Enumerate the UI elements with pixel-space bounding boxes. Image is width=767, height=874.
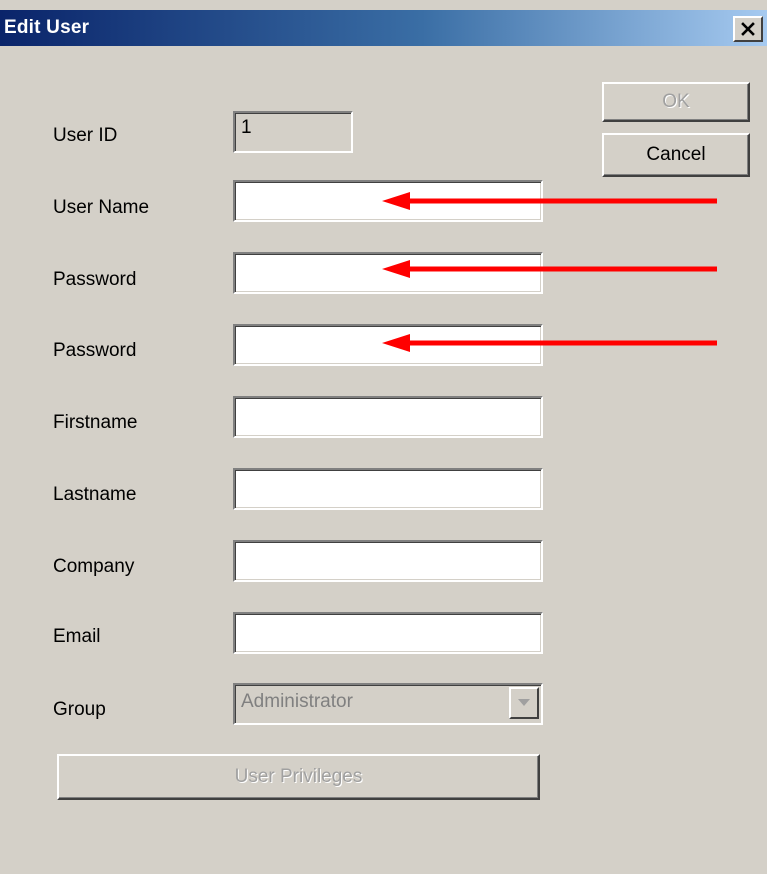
group-select[interactable]: Administrator: [233, 683, 543, 725]
user-privileges-button[interactable]: User Privileges: [57, 754, 540, 800]
company-label: Company: [53, 556, 135, 577]
group-select-value: Administrator: [241, 691, 353, 712]
lastname-label: Lastname: [53, 484, 137, 505]
cancel-button[interactable]: Cancel: [602, 133, 750, 177]
email-label: Email: [53, 626, 101, 647]
firstname-input[interactable]: [233, 396, 543, 438]
title-bar[interactable]: Edit User: [0, 10, 767, 46]
ok-button[interactable]: OK: [602, 82, 750, 122]
window-title: Edit User: [4, 17, 90, 38]
user-id-field: 1: [233, 111, 353, 153]
annotation-arrow-password-confirm: [382, 334, 717, 352]
group-label: Group: [53, 699, 106, 720]
user-name-label: User Name: [53, 197, 150, 218]
close-icon: [741, 22, 755, 36]
company-input[interactable]: [233, 540, 543, 582]
annotation-arrow-password: [382, 260, 717, 278]
user-id-label: User ID: [53, 125, 118, 146]
firstname-label: Firstname: [53, 412, 138, 433]
close-button[interactable]: [733, 16, 763, 42]
edit-user-dialog: Edit User OK Cancel User ID 1 User Name …: [0, 0, 767, 874]
dropdown-button[interactable]: [509, 687, 539, 719]
chevron-down-icon: [518, 699, 530, 706]
email-input[interactable]: [233, 612, 543, 654]
password-label: Password: [53, 269, 137, 290]
password-confirm-label: Password: [53, 340, 137, 361]
lastname-input[interactable]: [233, 468, 543, 510]
annotation-arrow-user-name: [382, 192, 717, 210]
